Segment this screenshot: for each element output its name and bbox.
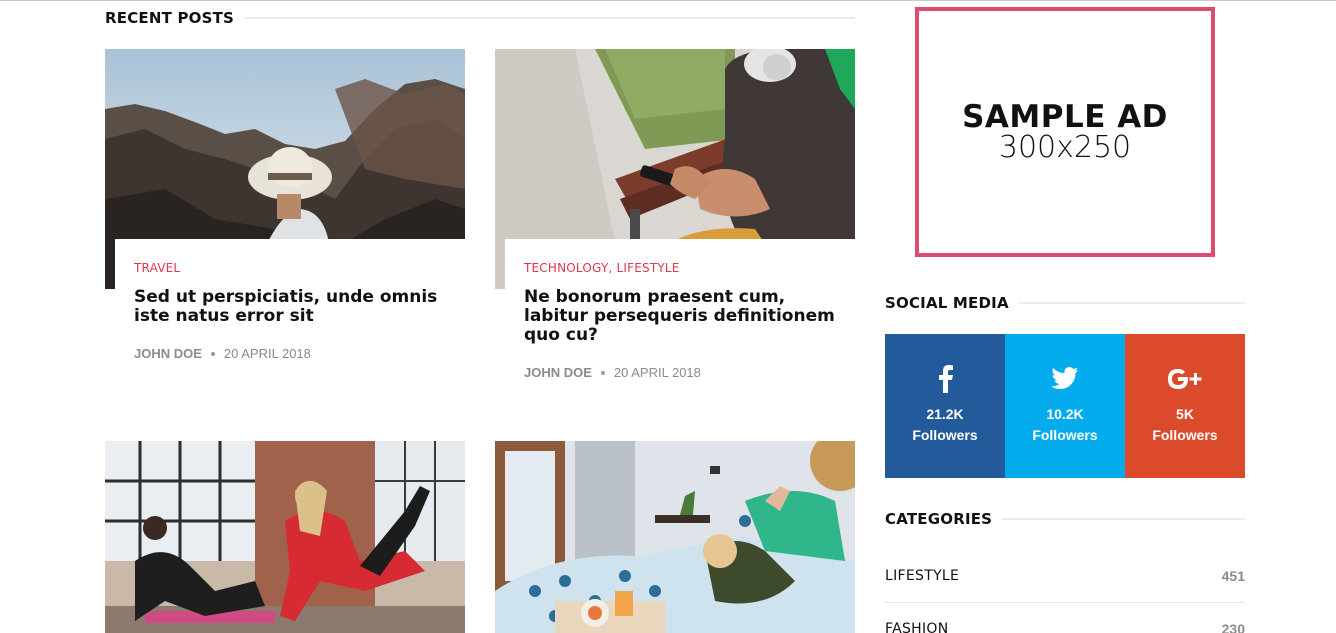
twitter-icon xyxy=(1051,364,1079,394)
heading-rule xyxy=(1002,518,1245,520)
follower-label: Followers xyxy=(1032,427,1098,443)
sample-ad-banner[interactable]: SAMPLE AD 300x250 xyxy=(915,7,1215,257)
post-date: 20 APRIL 2018 xyxy=(613,365,701,380)
facebook-followers-button[interactable]: 21.2K Followers xyxy=(885,334,1005,478)
social-media-widget: 21.2K Followers 10.2K Followers 5K Follo… xyxy=(885,334,1245,478)
top-divider xyxy=(0,0,1336,1)
post-meta: JOHN DOE 20 APRIL 2018 xyxy=(134,346,447,361)
follower-count: 21.2K xyxy=(926,406,964,422)
facebook-icon xyxy=(936,364,954,394)
follower-label: Followers xyxy=(912,427,978,443)
post-card[interactable]: TRAVEL Sed ut perspiciatis, unde omnis i… xyxy=(105,49,465,379)
meta-separator xyxy=(600,370,605,375)
post-title[interactable]: Ne bonorum praesent cum, labitur persequ… xyxy=(524,288,837,345)
post-card[interactable] xyxy=(105,441,465,633)
category-name[interactable]: FASHION xyxy=(885,621,948,633)
category-count: 451 xyxy=(1221,568,1245,584)
post-date: 20 APRIL 2018 xyxy=(223,346,311,361)
bedroom-breakfast-photo-icon xyxy=(495,441,855,633)
post-title[interactable]: Sed ut perspiciatis, unde omnis iste nat… xyxy=(134,288,447,326)
post-card[interactable]: TECHNOLOGY, LIFESTYLE Ne bonorum praesen… xyxy=(495,49,855,399)
categories-heading: CATEGORIES xyxy=(885,509,1245,529)
post-meta: JOHN DOE 20 APRIL 2018 xyxy=(524,365,837,380)
post-author[interactable]: JOHN DOE xyxy=(524,365,592,380)
post-thumbnail[interactable] xyxy=(105,441,465,633)
category-name[interactable]: LIFESTYLE xyxy=(885,568,959,584)
follower-count: 10.2K xyxy=(1046,406,1084,422)
google-plus-icon xyxy=(1166,364,1204,394)
post-author[interactable]: JOHN DOE xyxy=(134,346,202,361)
post-category[interactable]: TECHNOLOGY, LIFESTYLE xyxy=(524,261,837,275)
social-media-heading: SOCIAL MEDIA xyxy=(885,293,1245,313)
follower-label: Followers xyxy=(1152,427,1218,443)
post-thumbnail[interactable] xyxy=(495,441,855,633)
twitter-followers-button[interactable]: 10.2K Followers xyxy=(1005,334,1125,478)
post-card[interactable] xyxy=(495,441,855,633)
category-count: 230 xyxy=(1221,621,1245,633)
heading-rule xyxy=(244,17,855,19)
categories-title: CATEGORIES xyxy=(885,510,993,528)
ad-size: 300x250 xyxy=(998,130,1132,165)
category-divider xyxy=(885,602,1245,603)
gym-workout-photo-icon xyxy=(105,441,465,633)
recent-posts-heading: RECENT POSTS xyxy=(105,8,855,28)
category-item-fashion[interactable]: FASHION 230 xyxy=(885,619,1245,633)
social-media-title: SOCIAL MEDIA xyxy=(885,294,1009,312)
follower-count: 5K xyxy=(1176,406,1194,422)
google-plus-followers-button[interactable]: 5K Followers xyxy=(1125,334,1245,478)
category-item-lifestyle[interactable]: LIFESTYLE 451 xyxy=(885,566,1245,586)
post-card-body: TECHNOLOGY, LIFESTYLE Ne bonorum praesen… xyxy=(505,239,855,380)
recent-posts-title: RECENT POSTS xyxy=(105,9,235,27)
meta-separator xyxy=(210,351,215,356)
heading-rule xyxy=(1018,302,1245,304)
post-card-body: TRAVEL Sed ut perspiciatis, unde omnis i… xyxy=(115,239,465,361)
ad-title: SAMPLE AD xyxy=(962,99,1168,135)
post-category[interactable]: TRAVEL xyxy=(134,261,447,275)
